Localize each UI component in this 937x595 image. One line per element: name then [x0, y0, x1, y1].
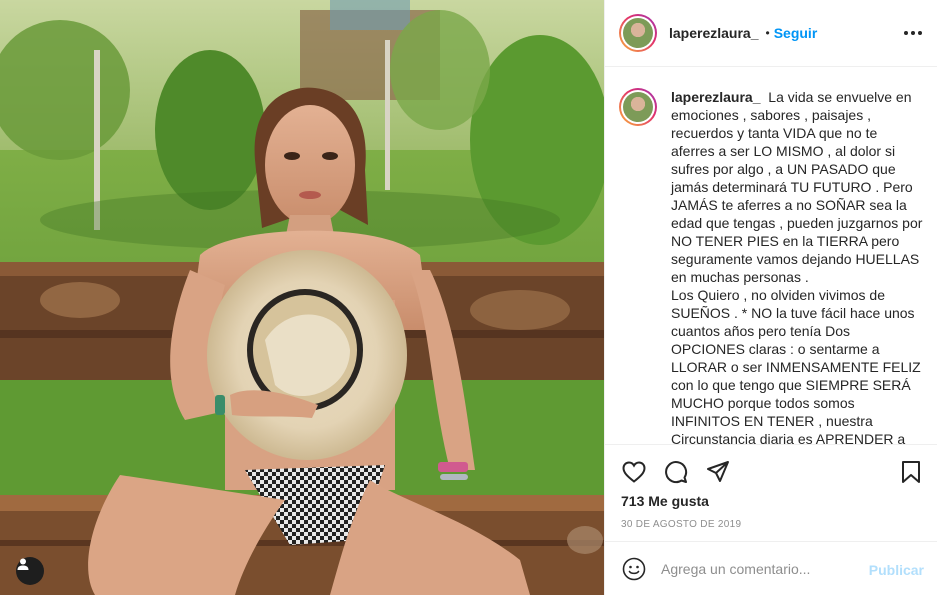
post-image-art	[0, 0, 604, 595]
post-photo[interactable]	[0, 0, 604, 595]
share-icon[interactable]	[705, 459, 731, 485]
likes-count[interactable]: 713 Me gusta	[621, 493, 709, 509]
publish-button[interactable]: Publicar	[869, 562, 924, 578]
follow-button[interactable]: Seguir	[774, 25, 818, 41]
separator-dot: •	[765, 26, 770, 40]
caption-avatar[interactable]	[619, 88, 657, 126]
caption-username-link[interactable]: laperezlaura_	[671, 89, 761, 105]
comment-icon[interactable]	[663, 459, 689, 485]
more-options-icon[interactable]	[902, 24, 924, 42]
bookmark-icon[interactable]	[898, 459, 924, 485]
author-avatar[interactable]	[619, 14, 657, 52]
user-tag-icon[interactable]	[16, 557, 44, 585]
comment-input[interactable]	[661, 560, 861, 577]
post-actions: 713 Me gusta 30 DE AGOSTO DE 2019	[605, 444, 937, 541]
caption-area[interactable]: laperezlaura_ La vida se envuelve en emo…	[605, 68, 937, 444]
author-username-link[interactable]: laperezlaura_	[669, 25, 759, 41]
post-date[interactable]: 30 DE AGOSTO DE 2019	[621, 519, 741, 530]
comment-bar: Publicar	[605, 541, 937, 595]
heart-icon[interactable]	[621, 459, 647, 485]
post-side-panel: laperezlaura_ • Seguir laperezlaura_ La …	[604, 0, 937, 595]
emoji-icon[interactable]	[621, 556, 647, 582]
caption-text: laperezlaura_ La vida se envuelve en emo…	[671, 88, 924, 444]
post-header: laperezlaura_ • Seguir	[605, 0, 937, 67]
caption-body: La vida se envuelve en emociones , sabor…	[671, 89, 923, 444]
